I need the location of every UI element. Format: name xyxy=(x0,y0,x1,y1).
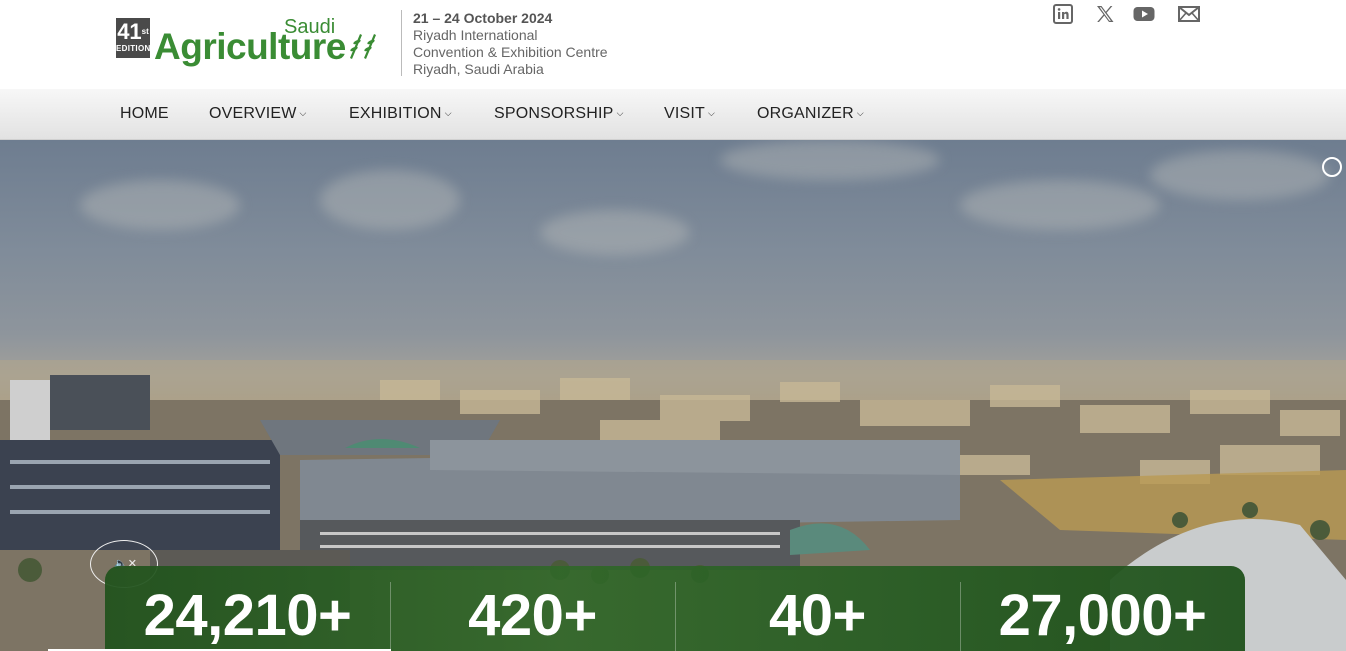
chevron-down-icon: ⌵ xyxy=(444,108,452,118)
youtube-icon[interactable] xyxy=(1133,4,1155,24)
nav-item-exhibition[interactable]: EXHIBITION ⌵ xyxy=(349,105,452,123)
linkedin-icon[interactable] xyxy=(1052,4,1074,24)
stat-value: 40+ xyxy=(769,583,866,648)
cloud xyxy=(540,210,690,255)
event-info: 21 – 24 October 2024 Riyadh Internationa… xyxy=(401,10,608,77)
stat-item: 27,000+ xyxy=(960,566,1245,651)
x-twitter-icon[interactable] xyxy=(1094,4,1116,24)
stat-value: 27,000+ xyxy=(998,583,1207,648)
nav-item-sponsorship[interactable]: SPONSORSHIP ⌵ xyxy=(494,105,624,123)
event-venue-line: Riyadh International xyxy=(413,27,538,43)
chevron-down-icon: ⌵ xyxy=(856,108,864,118)
event-date: 21 – 24 October 2024 xyxy=(413,10,553,26)
nav-item-home[interactable]: HOME xyxy=(120,105,169,123)
cloud xyxy=(80,180,240,230)
wheat-icon xyxy=(350,34,376,59)
cloud xyxy=(720,140,940,180)
event-location: Riyadh, Saudi Arabia xyxy=(413,61,544,77)
chevron-down-icon: ⌵ xyxy=(299,108,307,118)
nav-item-organizer[interactable]: ORGANIZER ⌵ xyxy=(757,105,864,123)
stat-value: 24,210+ xyxy=(143,583,352,648)
saudi-agriculture-logo[interactable]: 41st EDITION Saudi Agriculture xyxy=(116,16,384,67)
nav-item-visit[interactable]: VISIT ⌵ xyxy=(664,105,715,123)
stat-item: 24,210+ xyxy=(105,566,390,651)
logo-agriculture-text: Agriculture xyxy=(154,26,346,67)
chevron-down-icon: ⌵ xyxy=(616,108,624,118)
stats-bar: 24,210+ 420+ 40+ 27,000+ xyxy=(105,566,1245,651)
pause-button[interactable] xyxy=(1322,157,1342,177)
site-header: 41st EDITION Saudi Agriculture 21 – 24 O… xyxy=(0,0,1346,89)
cloud xyxy=(1150,150,1330,200)
stat-value: 420+ xyxy=(468,583,597,648)
chevron-down-icon: ⌵ xyxy=(708,108,716,118)
nav-item-overview[interactable]: OVERVIEW ⌵ xyxy=(209,105,307,123)
event-venue-line: Convention & Exhibition Centre xyxy=(413,44,608,60)
stat-item: 420+ xyxy=(390,566,675,651)
email-icon[interactable] xyxy=(1178,4,1200,24)
edition-badge: 41st EDITION xyxy=(116,18,150,58)
main-nav: HOME OVERVIEW ⌵ EXHIBITION ⌵ SPONSORSHIP ⌵ … xyxy=(0,89,1346,140)
cloud xyxy=(320,170,460,230)
cloud xyxy=(960,180,1160,230)
stat-item: 40+ xyxy=(675,566,960,651)
